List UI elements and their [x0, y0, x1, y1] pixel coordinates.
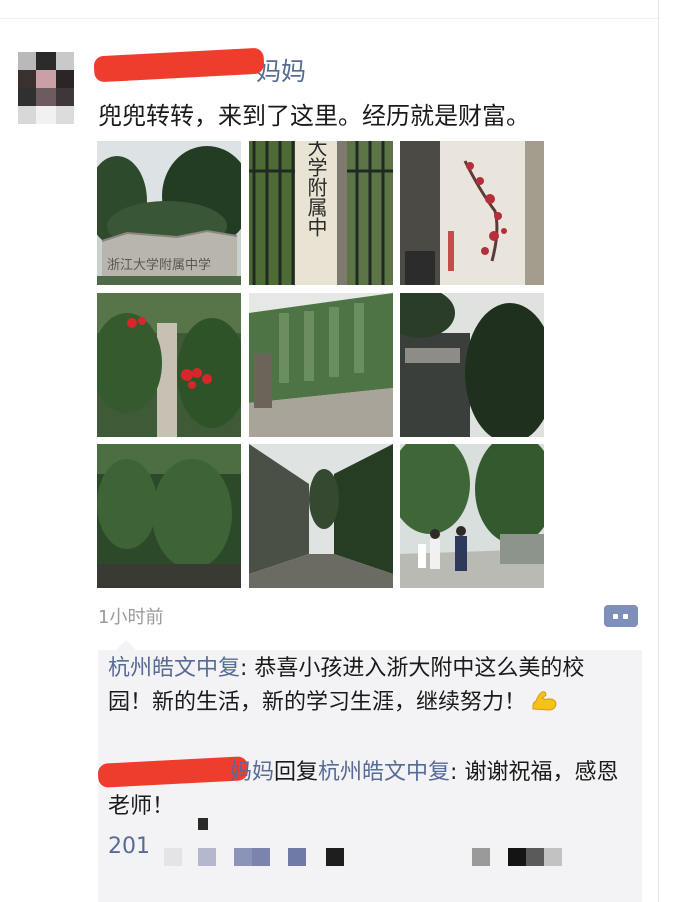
comment-author[interactable]: 杭州皓文中复 [108, 656, 240, 681]
more-actions-button[interactable] [604, 605, 638, 627]
post-text: 兜兜转转，来到了这里。经历就是财富。 [98, 102, 530, 130]
mosaic-block [508, 848, 526, 866]
mosaic-block [164, 848, 182, 866]
avatar[interactable] [18, 52, 74, 124]
reply-target[interactable]: 杭州皓文中复 [318, 760, 450, 785]
plaque-text: 浙江大学附属中 [304, 141, 328, 237]
comment-item[interactable]: 杭州皓文中复: 恭喜小孩进入浙大附中这么美的校园！新的生活，新的学习生涯，继续努… [108, 652, 628, 720]
reply-word: 回复 [274, 760, 319, 785]
comment-separator: : [450, 760, 465, 785]
mosaic-block [472, 848, 490, 866]
mosaic-block [198, 818, 208, 830]
post-timestamp: 1小时前 [98, 607, 164, 628]
mosaic-block [544, 848, 562, 866]
flexed-biceps-icon [530, 689, 558, 713]
photo-blossom-wall[interactable] [400, 141, 544, 285]
comment-item[interactable]: 妈妈回复杭州皓文中复: 谢谢祝福，感恩老师！ [108, 756, 628, 824]
mosaic-block [252, 848, 270, 866]
photo-red-flowers[interactable] [97, 293, 241, 437]
divider [0, 18, 660, 19]
mosaic-block [288, 848, 306, 866]
comments-section: 杭州皓文中复: 恭喜小孩进入浙大附中这么美的校园！新的生活，新的学习生涯，继续努… [97, 640, 642, 902]
photo-ivy-building[interactable] [249, 293, 393, 437]
photo-dark-pathway[interactable] [249, 444, 393, 588]
mosaic-block [198, 848, 216, 866]
truncated-name: 201 [108, 834, 150, 859]
photo-stone-sign[interactable]: 浙江大学附属中学 [97, 141, 241, 285]
photo-students-walkway[interactable] [400, 444, 544, 588]
photo-ivy-wall[interactable] [97, 444, 241, 588]
sign-text: 浙江大学附属中学 [107, 257, 211, 273]
photo-tree-corner[interactable] [400, 293, 544, 437]
photo-gate-plaque[interactable]: 浙江大学附属中 [249, 141, 393, 285]
comment-separator: : [240, 656, 255, 681]
divider [658, 0, 659, 902]
moments-post: 妈妈 兜兜转转，来到了这里。经历就是财富。 浙江大学附属中学 浙江大学附属中 1… [0, 0, 677, 902]
mosaic-block [526, 848, 544, 866]
comment-author[interactable]: 妈妈 [108, 760, 274, 785]
mosaic-block [326, 848, 344, 866]
mosaic-block [234, 848, 252, 866]
